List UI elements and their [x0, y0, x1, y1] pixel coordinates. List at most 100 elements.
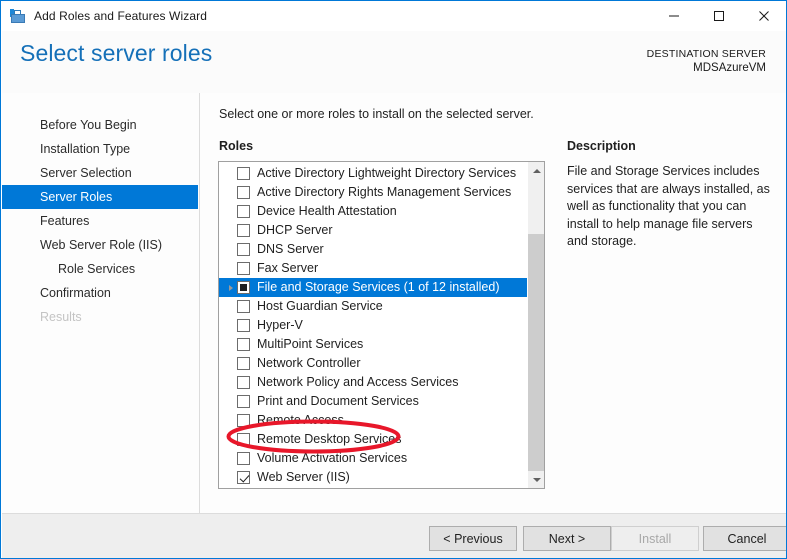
window-title: Add Roles and Features Wizard: [34, 9, 207, 23]
role-checkbox[interactable]: [237, 433, 250, 446]
role-label: Network Controller: [257, 356, 361, 370]
role-label: Windows Deployment Services: [257, 487, 429, 488]
expander-spacer: [225, 449, 237, 468]
role-label: Active Directory Lightweight Directory S…: [257, 166, 517, 180]
roles-list-box[interactable]: Active Directory Lightweight Directory S…: [218, 161, 545, 489]
roles-scrollbar[interactable]: [527, 162, 544, 488]
role-list-item[interactable]: Remote Desktop Services: [219, 430, 528, 449]
sidebar-item-installation-type[interactable]: Installation Type: [2, 137, 198, 161]
role-checkbox[interactable]: [237, 281, 250, 294]
expander-spacer: [225, 202, 237, 221]
role-checkbox[interactable]: [237, 395, 250, 408]
main-content: Select one or more roles to install on t…: [200, 93, 786, 513]
role-label: DHCP Server: [257, 223, 333, 237]
role-label: Volume Activation Services: [257, 451, 408, 465]
role-list-item[interactable]: MultiPoint Services: [219, 335, 528, 354]
role-list-item[interactable]: DNS Server: [219, 240, 528, 259]
role-label: Network Policy and Access Services: [257, 375, 459, 389]
role-list-item[interactable]: Volume Activation Services: [219, 449, 528, 468]
next-button[interactable]: Next >: [523, 526, 611, 551]
role-checkbox[interactable]: [237, 224, 250, 237]
role-label: DNS Server: [257, 242, 324, 256]
role-label: Fax Server: [257, 261, 319, 275]
role-checkbox[interactable]: [237, 414, 250, 427]
role-checkbox[interactable]: [237, 319, 250, 332]
role-list-item[interactable]: Device Health Attestation: [219, 202, 528, 221]
role-checkbox[interactable]: [237, 471, 250, 484]
role-list-item[interactable]: Hyper-V: [219, 316, 528, 335]
role-list-item[interactable]: Print and Document Services: [219, 392, 528, 411]
sidebar-item-server-selection[interactable]: Server Selection: [2, 161, 198, 185]
previous-button[interactable]: < Previous: [429, 526, 517, 551]
page-header: Select server roles DESTINATION SERVER M…: [2, 31, 786, 93]
window-controls: [651, 1, 786, 31]
role-label: Remote Access: [257, 413, 344, 427]
role-label: Hyper-V: [257, 318, 303, 332]
expander-spacer: [225, 430, 237, 449]
expander-spacer: [225, 164, 237, 183]
sidebar-item-confirmation[interactable]: Confirmation: [2, 281, 198, 305]
description-group-label: Description: [567, 139, 636, 153]
expander-spacer: [225, 259, 237, 278]
role-label: File and Storage Services (1 of 12 insta…: [257, 280, 500, 294]
expander-spacer: [225, 240, 237, 259]
expander-spacer: [225, 392, 237, 411]
role-list-item[interactable]: Windows Deployment Services: [219, 487, 528, 488]
destination-server-label: DESTINATION SERVER: [646, 48, 766, 60]
role-list-item[interactable]: Network Policy and Access Services: [219, 373, 528, 392]
role-checkbox[interactable]: [237, 357, 250, 370]
install-button: Install: [611, 526, 699, 551]
expand-chevron-icon[interactable]: [225, 278, 237, 297]
maximize-icon[interactable]: [696, 1, 741, 31]
role-checkbox[interactable]: [237, 205, 250, 218]
role-label: MultiPoint Services: [257, 337, 364, 351]
sidebar-item-web-server-role-iis[interactable]: Web Server Role (IIS): [2, 233, 198, 257]
role-list-item[interactable]: Web Server (IIS): [219, 468, 528, 487]
minimize-icon[interactable]: [651, 1, 696, 31]
sidebar-item-features[interactable]: Features: [2, 209, 198, 233]
role-checkbox[interactable]: [237, 300, 250, 313]
role-label: Active Directory Rights Management Servi…: [257, 185, 512, 199]
role-checkbox[interactable]: [237, 243, 250, 256]
title-bar: Add Roles and Features Wizard: [1, 1, 786, 31]
role-list-item[interactable]: Network Controller: [219, 354, 528, 373]
close-icon[interactable]: [741, 1, 786, 31]
expander-spacer: [225, 183, 237, 202]
role-checkbox[interactable]: [237, 338, 250, 351]
wizard-steps-nav: Before You Begin Installation Type Server …: [2, 113, 198, 329]
role-list-item[interactable]: Fax Server: [219, 259, 528, 278]
sidebar-item-role-services[interactable]: Role Services: [2, 257, 198, 281]
destination-server-value: MDSAzureVM: [693, 62, 766, 74]
role-label: Web Server (IIS): [257, 470, 350, 484]
instruction-text: Select one or more roles to install on t…: [219, 107, 534, 121]
cancel-button[interactable]: Cancel: [703, 526, 786, 551]
role-list-item[interactable]: DHCP Server: [219, 221, 528, 240]
expander-spacer: [225, 297, 237, 316]
page-title: Select server roles: [20, 40, 213, 66]
scroll-up-icon[interactable]: [528, 162, 544, 179]
sidebar-item-before-you-begin[interactable]: Before You Begin: [2, 113, 198, 137]
role-checkbox[interactable]: [237, 167, 250, 180]
role-list-item[interactable]: Remote Access: [219, 411, 528, 430]
roles-group-label: Roles: [219, 139, 254, 153]
role-list-item[interactable]: Active Directory Lightweight Directory S…: [219, 164, 528, 183]
role-list-item[interactable]: Host Guardian Service: [219, 297, 528, 316]
role-checkbox[interactable]: [237, 186, 250, 199]
role-label: Print and Document Services: [257, 394, 419, 408]
role-checkbox[interactable]: [237, 376, 250, 389]
destination-server-block: DESTINATION SERVER MDSAzureVM: [647, 47, 766, 76]
roles-list: Active Directory Lightweight Directory S…: [219, 162, 528, 488]
scrollbar-thumb[interactable]: [528, 234, 544, 471]
wizard-body: Before You Begin Installation Type Server …: [2, 93, 786, 513]
role-checkbox[interactable]: [237, 452, 250, 465]
expander-spacer: [225, 316, 237, 335]
role-label: Device Health Attestation: [257, 204, 397, 218]
role-checkbox[interactable]: [237, 262, 250, 275]
role-list-item[interactable]: File and Storage Services (1 of 12 insta…: [219, 278, 528, 297]
expander-spacer: [225, 411, 237, 430]
role-list-item[interactable]: Active Directory Rights Management Servi…: [219, 183, 528, 202]
sidebar-item-server-roles[interactable]: Server Roles: [2, 185, 198, 209]
role-label: Remote Desktop Services: [257, 432, 402, 446]
scroll-down-icon[interactable]: [528, 471, 544, 488]
expander-spacer: [225, 487, 237, 488]
